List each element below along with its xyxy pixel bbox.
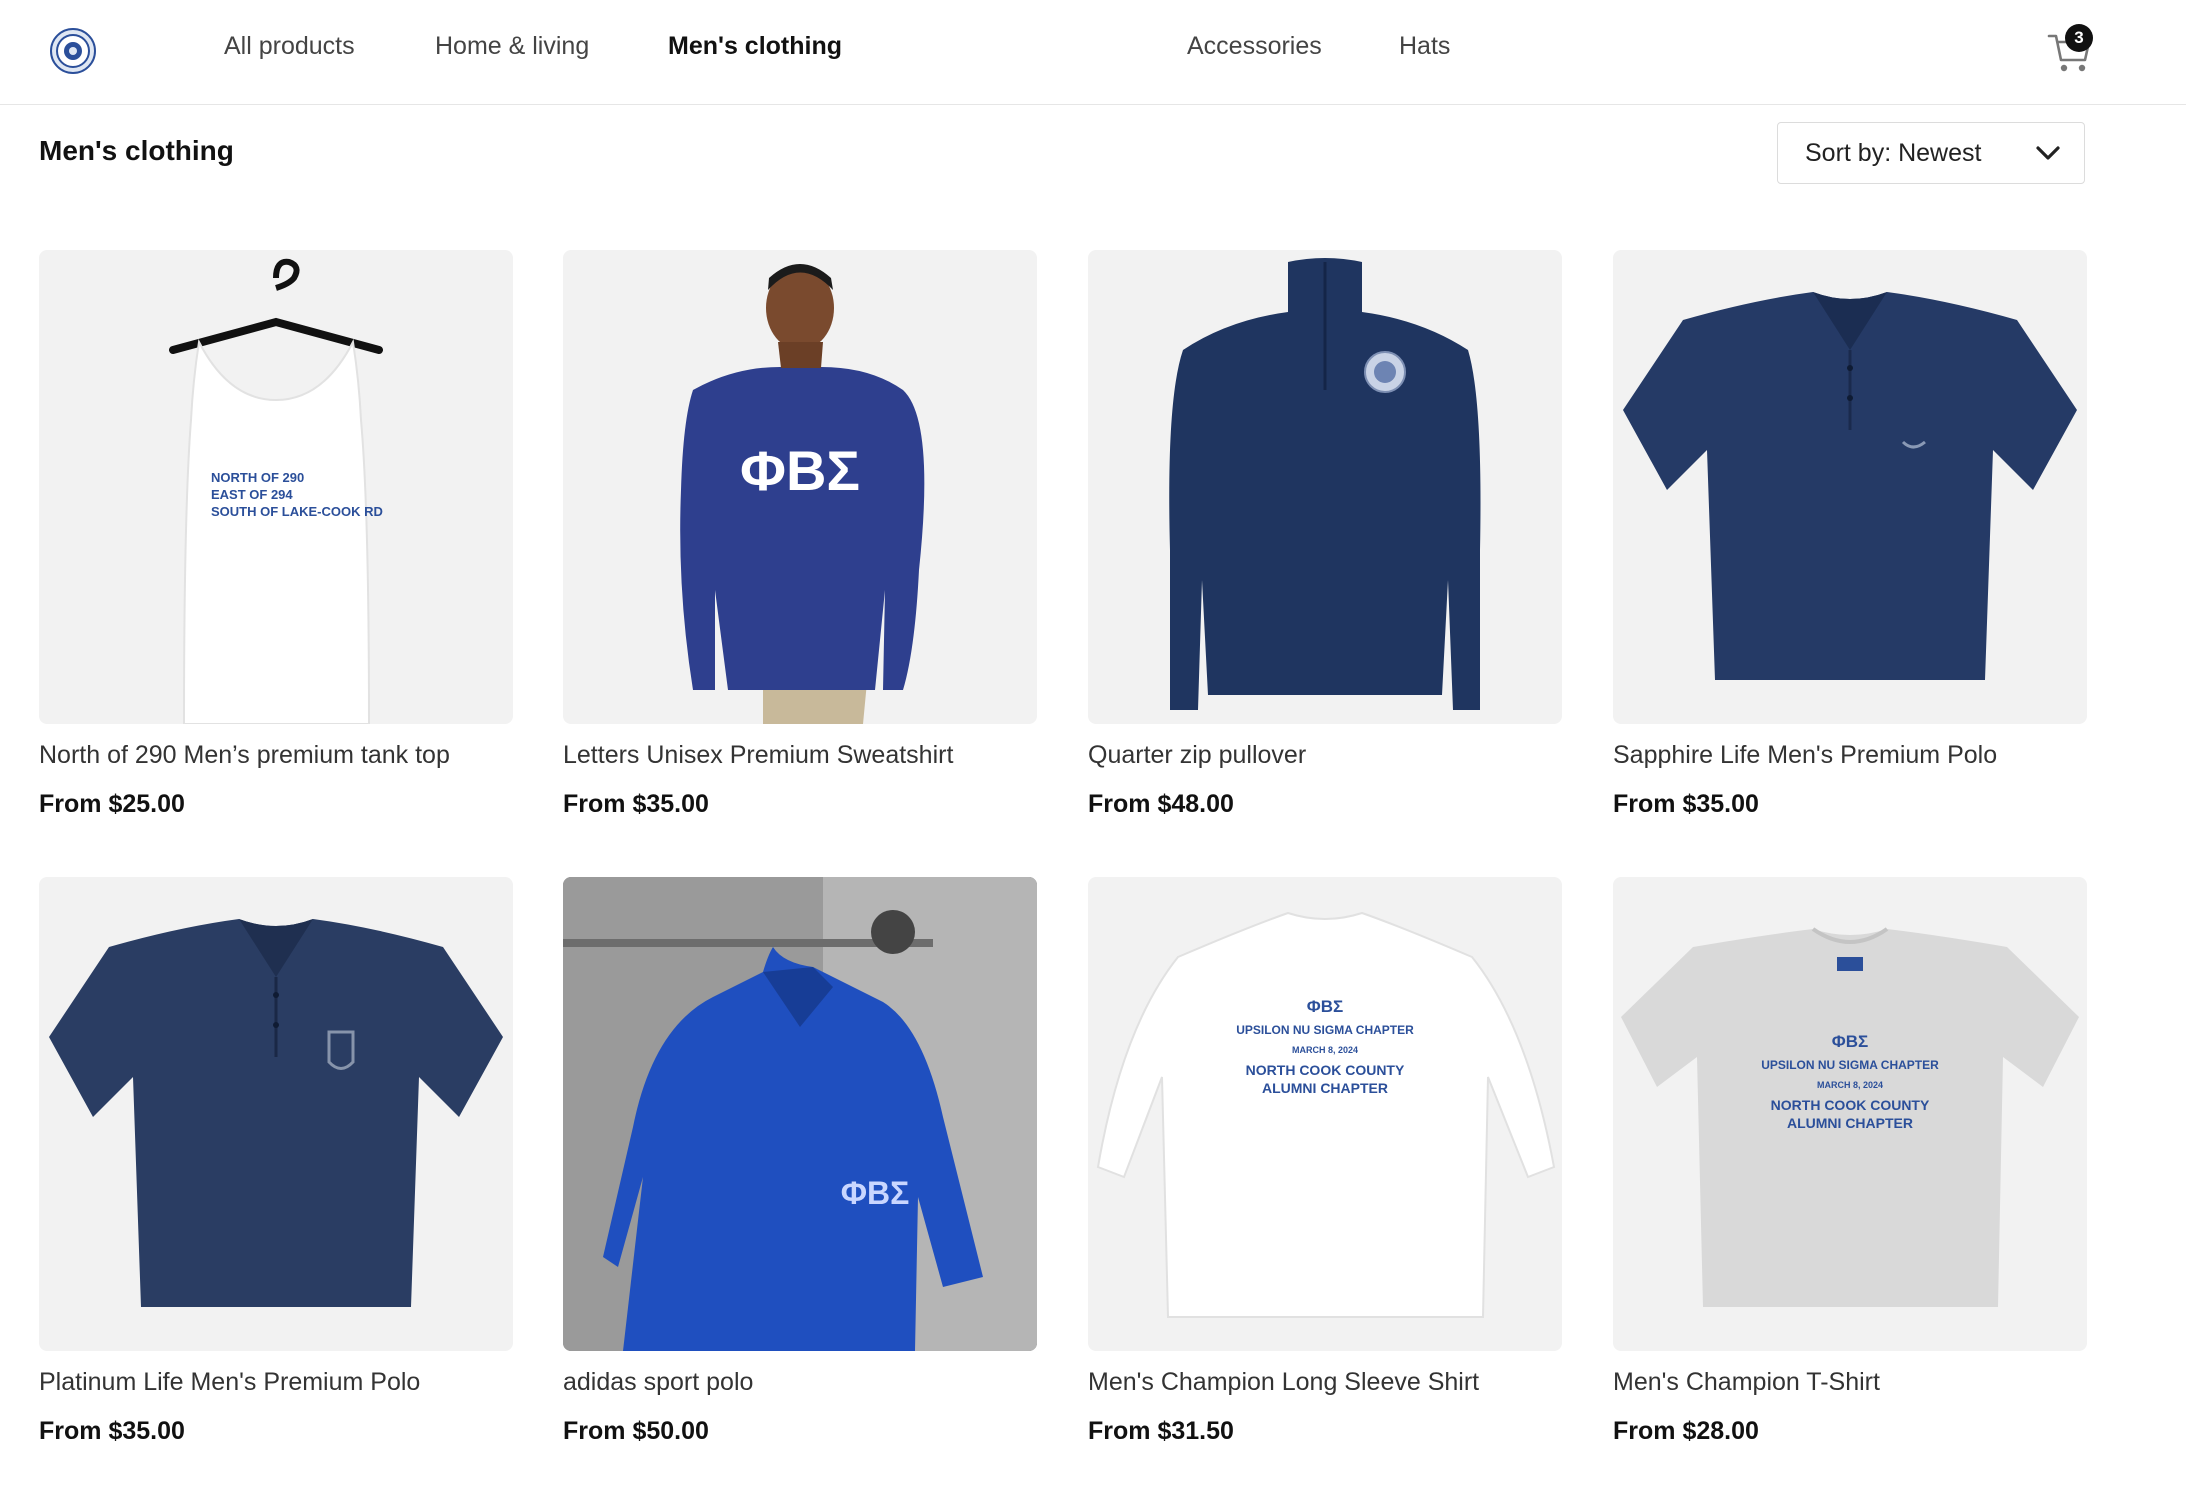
adidas-polo-greek-letters: ΦΒΣ [841,1175,910,1211]
tshirt-print-chapter: UPSILON NU SIGMA CHAPTER [1761,1058,1939,1072]
product-price: From $25.00 [39,790,185,818]
product-title[interactable]: Men's Champion Long Sleeve Shirt [1088,1365,1562,1399]
cart-count-badge: 3 [2065,24,2093,52]
product-card[interactable]: ΦΒΣ adidas sport polo From $50.00 [563,877,1037,1447]
product-card[interactable]: ΦΒΣ UPSILON NU SIGMA CHAPTER MARCH 8, 20… [1613,877,2087,1447]
product-card[interactable]: Sapphire Life Men's Premium Polo From $3… [1613,250,2087,820]
sort-label: Sort by: Newest [1805,139,1982,167]
product-price: From $31.50 [1088,1417,1234,1445]
tshirt-print-letters: ΦΒΣ [1832,1032,1868,1051]
product-image-champion-long-sleeve[interactable]: ΦΒΣ UPSILON NU SIGMA CHAPTER MARCH 8, 20… [1088,877,1562,1351]
product-price: From $48.00 [1088,790,1234,818]
product-image-sweatshirt[interactable]: ΦΒΣ [563,250,1037,724]
product-title[interactable]: Platinum Life Men's Premium Polo [39,1365,513,1399]
nav-accessories[interactable]: Accessories [1187,32,1322,61]
product-image-sapphire-polo[interactable] [1613,250,2087,724]
nav-all-products[interactable]: All products [224,32,355,61]
product-price: From $28.00 [1613,1417,1759,1445]
nav-home-living[interactable]: Home & living [435,32,589,61]
product-image-champion-tshirt[interactable]: ΦΒΣ UPSILON NU SIGMA CHAPTER MARCH 8, 20… [1613,877,2087,1351]
product-title[interactable]: North of 290 Men’s premium tank top [39,738,513,772]
long-sleeve-print-letters: ΦΒΣ [1307,997,1343,1016]
nav-hats[interactable]: Hats [1399,32,1450,61]
tank-print-line-2: EAST OF 294 [211,487,293,502]
product-price: From $35.00 [563,790,709,818]
product-card[interactable]: Platinum Life Men's Premium Polo From $3… [39,877,513,1447]
product-card[interactable]: NORTH OF 290 EAST OF 294 SOUTH OF LAKE-C… [39,250,513,820]
product-price: From $35.00 [1613,790,1759,818]
tshirt-print-county: NORTH COOK COUNTY [1771,1097,1930,1113]
long-sleeve-print-county: NORTH COOK COUNTY [1246,1062,1405,1078]
chevron-down-icon [2036,146,2060,160]
tshirt-print-date: MARCH 8, 2024 [1817,1080,1883,1090]
long-sleeve-print-chapter: UPSILON NU SIGMA CHAPTER [1236,1023,1414,1037]
product-image-platinum-polo[interactable] [39,877,513,1351]
product-title[interactable]: Men's Champion T-Shirt [1613,1365,2087,1399]
page-title: Men's clothing [39,135,234,166]
tank-print-line-1: NORTH OF 290 [211,470,304,485]
top-nav-bar: All products Home & living Men's clothin… [0,0,2186,105]
product-title[interactable]: adidas sport polo [563,1365,1037,1399]
tank-print-line-3: SOUTH OF LAKE-COOK RD [211,504,383,519]
product-image-quarter-zip[interactable] [1088,250,1562,724]
nav-mens-clothing[interactable]: Men's clothing [668,32,842,61]
product-card[interactable]: ΦΒΣ Letters Unisex Premium Sweatshirt Fr… [563,250,1037,820]
product-title[interactable]: Quarter zip pullover [1088,738,1562,772]
product-title[interactable]: Sapphire Life Men's Premium Polo [1613,738,2087,772]
product-price: From $50.00 [563,1417,709,1445]
product-image-adidas-polo[interactable]: ΦΒΣ [563,877,1037,1351]
sweatshirt-greek-letters: ΦΒΣ [740,439,860,502]
tshirt-print-alumni: ALUMNI CHAPTER [1787,1115,1913,1131]
product-card[interactable]: ΦΒΣ UPSILON NU SIGMA CHAPTER MARCH 8, 20… [1088,877,1562,1447]
long-sleeve-print-date: MARCH 8, 2024 [1292,1045,1358,1055]
long-sleeve-print-alumni: ALUMNI CHAPTER [1262,1080,1388,1096]
product-price: From $35.00 [39,1417,185,1445]
chapter-seal-logo[interactable] [50,28,96,74]
product-title[interactable]: Letters Unisex Premium Sweatshirt [563,738,1037,772]
sort-dropdown[interactable]: Sort by: Newest [1777,122,2085,184]
product-card[interactable]: Quarter zip pullover From $48.00 [1088,250,1562,820]
product-image-tank-top[interactable]: NORTH OF 290 EAST OF 294 SOUTH OF LAKE-C… [39,250,513,724]
